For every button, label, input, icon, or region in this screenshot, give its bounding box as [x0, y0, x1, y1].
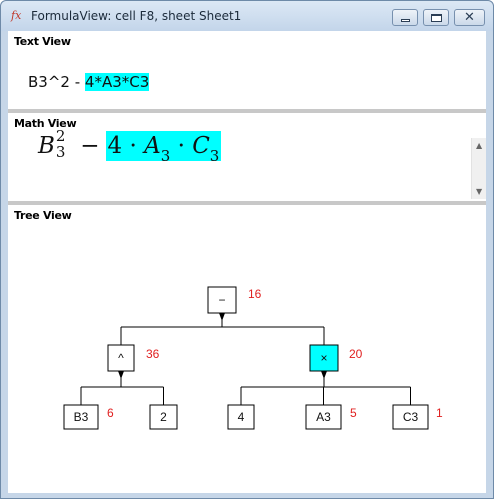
- tree-node-label: B3: [74, 410, 89, 424]
- math-minus: −: [80, 133, 100, 159]
- formula-view-window: fx FormulaView: cell F8, sheet Sheet1 ✕ …: [0, 0, 494, 499]
- formula-text-plain: B3^2 -: [28, 73, 85, 91]
- tree-node-count: 20: [349, 347, 363, 361]
- tree-view-panel: Tree View −16 ^ 36 × 20 B3 6 2 4 A3 5 C3 1: [8, 205, 486, 493]
- formula-text-highlighted: 4*A3*C3: [84, 73, 150, 91]
- tree-node-count: 16: [248, 287, 262, 301]
- tree-node-count: 36: [146, 347, 160, 361]
- math-b: B: [38, 133, 55, 159]
- math-view-panel: Math View B23 −4 · A3 · C3 ▲ ▼: [8, 113, 486, 201]
- math-c-sub: 3: [209, 147, 220, 165]
- math-c: C: [192, 133, 210, 159]
- math-view-scrollbar[interactable]: ▲ ▼: [471, 138, 486, 199]
- tree-node-label: C3: [403, 410, 419, 424]
- tree-node-label: −: [218, 293, 225, 307]
- tree-node-label: ×: [320, 351, 327, 365]
- tree-node-count: 5: [350, 406, 357, 420]
- window-title: FormulaView: cell F8, sheet Sheet1: [31, 9, 242, 23]
- math-a-sub: 3: [160, 147, 171, 165]
- maximize-icon: [431, 14, 442, 22]
- math-a: A: [144, 133, 161, 159]
- edge-times-arrow: [321, 371, 327, 379]
- tree-node-a3[interactable]: A3 5: [305, 404, 357, 430]
- edge-caret-arrow: [118, 371, 124, 379]
- scroll-down-icon[interactable]: ▼: [476, 187, 482, 196]
- close-button[interactable]: ✕: [454, 9, 485, 26]
- tree-node-c3[interactable]: C3 1: [392, 404, 443, 430]
- tree-node-label: ^: [118, 351, 124, 365]
- tree-node-minus[interactable]: − 16: [207, 286, 262, 314]
- math-b-sub: 3: [55, 143, 66, 161]
- text-view-title: Text View: [14, 35, 71, 48]
- tree-node-label: 4: [238, 410, 245, 424]
- tree-node-b3[interactable]: B3 6: [63, 404, 114, 430]
- math-dot-2: ·: [177, 133, 185, 159]
- math-dot-1: ·: [129, 133, 137, 159]
- maximize-button[interactable]: [423, 9, 449, 26]
- tree-node-two[interactable]: 2: [149, 404, 178, 430]
- close-icon: ✕: [464, 10, 475, 25]
- edge-minus-arrow: [219, 313, 225, 321]
- math-view-title: Math View: [14, 117, 77, 130]
- math-four: 4: [107, 133, 123, 159]
- formula-text[interactable]: B3^2 - 4*A3*C3: [28, 73, 150, 91]
- minimize-icon: [401, 19, 410, 22]
- tree-node-label: 2: [160, 410, 167, 424]
- math-formula: B23 −4 · A3 · C3: [38, 127, 222, 175]
- text-view-panel: Text View B3^2 - 4*A3*C3: [8, 31, 486, 109]
- tree-node-count: 1: [436, 406, 443, 420]
- scroll-up-icon[interactable]: ▲: [476, 141, 482, 150]
- tree-node-times[interactable]: × 20: [309, 344, 363, 372]
- tree-node-count: 6: [107, 406, 114, 420]
- title-bar[interactable]: fx FormulaView: cell F8, sheet Sheet1 ✕: [1, 1, 493, 31]
- tree-node-label: A3: [316, 410, 331, 424]
- tree-node-four[interactable]: 4: [227, 404, 255, 430]
- math-highlighted-term: 4 · A3 · C3: [105, 131, 222, 165]
- expression-tree: − 16 ^ 36 × 20 B3 6 2 4 A3 5 C3 1: [63, 286, 443, 430]
- tree-node-caret[interactable]: ^ 36: [107, 344, 160, 372]
- minimize-button[interactable]: [392, 9, 418, 26]
- fx-icon: fx: [11, 9, 22, 22]
